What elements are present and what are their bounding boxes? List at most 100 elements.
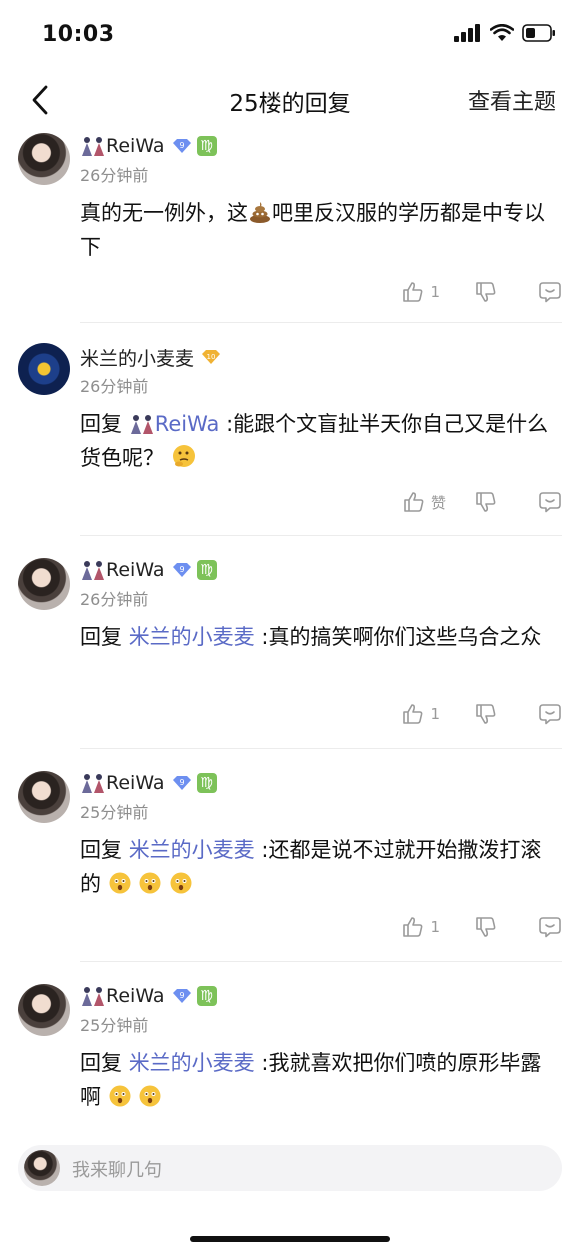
username[interactable]: ReiWa	[106, 135, 165, 157]
thumbs-down-icon	[476, 704, 496, 724]
reply-item: 米兰的小麦麦 10 26分钟前 回复 ReiWa :能跟个文盲扯半天你自己又是什…	[0, 323, 580, 536]
like-label: 赞	[430, 493, 446, 512]
username[interactable]: ReiWa	[106, 772, 165, 794]
reply-text: 回复 ReiWa :能跟个文盲扯半天你自己又是什么货色呢？	[80, 412, 549, 470]
comment-button[interactable]	[538, 915, 562, 939]
user-line: ReiWa 9 ♍	[80, 132, 580, 160]
dislike-button[interactable]	[474, 702, 498, 726]
user-line: ReiWa 9 ♍	[80, 556, 580, 584]
virgo-badge: ♍	[196, 560, 217, 580]
avatar[interactable]	[18, 984, 70, 1036]
timestamp: 26分钟前	[80, 377, 149, 396]
avatar[interactable]	[18, 133, 70, 185]
wifi-icon	[490, 24, 514, 41]
avatar[interactable]	[18, 771, 70, 823]
reply-item: ReiWa 9 ♍ 26分钟前 回复 米兰的小麦麦 :真的搞笑啊你们这些乌合之众…	[0, 536, 580, 749]
like-count: 1	[430, 918, 440, 936]
reply-item: ReiWa 9 ♍ 25分钟前 回复 米兰的小麦麦 :我就喜欢把你们喷的原形毕露…	[0, 962, 580, 1126]
status-bar: 10:03	[0, 0, 580, 66]
thumbs-up-icon	[404, 492, 424, 512]
comment-button[interactable]	[538, 280, 562, 304]
hanfu-figures-icon	[82, 137, 104, 156]
avatar[interactable]	[18, 558, 70, 610]
comment-icon	[539, 917, 561, 938]
signal-icon	[454, 24, 480, 42]
thumbs-up-icon	[403, 704, 423, 724]
battery-icon	[522, 24, 555, 42]
reply-text: 真的无一例外，这 吧里反汉服的学历都是中专以下	[80, 201, 545, 259]
username[interactable]: 米兰的小麦麦	[80, 344, 194, 371]
comment-button[interactable]	[538, 490, 562, 514]
avatar[interactable]	[18, 343, 70, 395]
user-line: ReiWa 9 ♍	[80, 769, 580, 797]
reply-text: 回复 米兰的小麦麦 :我就喜欢把你们喷的原形毕露啊	[80, 1051, 542, 1109]
like-button[interactable]: 1	[401, 280, 440, 304]
mention-link[interactable]: ReiWa	[155, 412, 220, 436]
surprised-emoji-icon	[139, 1085, 161, 1107]
like-button[interactable]: 1	[401, 915, 440, 939]
timestamp: 25分钟前	[80, 1016, 149, 1035]
surprised-emoji-icon	[139, 872, 161, 894]
home-indicator	[190, 1236, 390, 1242]
reply-text: 回复 米兰的小麦麦 :还都是说不过就开始撒泼打滚的	[80, 838, 542, 896]
timestamp: 25分钟前	[80, 803, 149, 822]
reply-text: 回复 米兰的小麦麦 :真的搞笑啊你们这些乌合之众	[80, 625, 542, 649]
my-avatar	[24, 1150, 60, 1186]
comment-placeholder: 我来聊几句	[72, 1160, 162, 1181]
virgo-badge: ♍	[196, 986, 217, 1006]
status-time: 10:03	[42, 22, 115, 47]
comment-icon	[539, 704, 561, 725]
thinking-emoji-icon	[172, 445, 195, 467]
timestamp: 26分钟前	[80, 166, 149, 185]
mention-link[interactable]: 米兰的小麦麦	[129, 1051, 255, 1075]
level-badge: 9	[171, 562, 193, 578]
hanfu-figures-icon	[82, 774, 104, 793]
surprised-emoji-icon	[109, 1085, 131, 1107]
comment-input[interactable]: 我来聊几句	[18, 1145, 562, 1191]
virgo-badge: ♍	[196, 136, 217, 156]
status-icons	[454, 24, 556, 42]
like-button[interactable]: 1	[401, 702, 440, 726]
level-badge: 9	[171, 775, 193, 791]
virgo-badge: ♍	[196, 773, 217, 793]
timestamp: 26分钟前	[80, 590, 149, 609]
svg-text:9: 9	[179, 565, 184, 574]
surprised-emoji-icon	[109, 872, 131, 894]
comment-icon	[539, 492, 561, 513]
dislike-button[interactable]	[474, 280, 498, 304]
dislike-button[interactable]	[474, 490, 498, 514]
thumbs-up-icon	[403, 282, 423, 302]
username[interactable]: ReiWa	[106, 559, 165, 581]
hanfu-figures-icon	[82, 561, 104, 580]
comment-button[interactable]	[538, 702, 562, 726]
reply-actions: 1	[401, 702, 562, 726]
level-badge: 10	[200, 349, 222, 365]
mention-link[interactable]: 米兰的小麦麦	[129, 838, 255, 862]
svg-text:10: 10	[207, 353, 216, 361]
svg-text:9: 9	[179, 991, 184, 1000]
hanfu-figures-icon	[82, 987, 104, 1006]
view-topic-link[interactable]: 查看主题	[468, 84, 556, 116]
user-line: 米兰的小麦麦 10	[80, 343, 580, 371]
reply-actions: 1	[401, 915, 562, 939]
thumbs-down-icon	[476, 282, 496, 302]
reply-item: ReiWa 9 ♍ 25分钟前 回复 米兰的小麦麦 :还都是说不过就开始撒泼打滚…	[0, 749, 580, 962]
thumbs-down-icon	[476, 492, 496, 512]
surprised-emoji-icon	[170, 872, 192, 894]
like-button[interactable]: 赞	[402, 490, 446, 514]
dislike-button[interactable]	[474, 915, 498, 939]
mention-link[interactable]: 米兰的小麦麦	[129, 625, 255, 649]
hanfu-figures-icon	[130, 415, 153, 434]
user-line: ReiWa 9 ♍	[80, 982, 580, 1010]
username[interactable]: ReiWa	[106, 985, 165, 1007]
thumbs-down-icon	[476, 917, 496, 937]
poop-emoji-icon	[250, 202, 270, 223]
like-count: 1	[430, 705, 440, 723]
reply-actions: 1	[401, 280, 562, 304]
level-badge: 9	[171, 138, 193, 154]
comment-bar: 我来聊几句	[0, 1132, 580, 1202]
comment-icon	[539, 282, 561, 303]
svg-text:9: 9	[179, 778, 184, 787]
svg-text:9: 9	[179, 141, 184, 150]
reply-feed[interactable]: ReiWa 9 ♍ 26分钟前 真的无一例外，这 吧里反汉服的学历都是中专以下 1	[0, 128, 580, 1126]
